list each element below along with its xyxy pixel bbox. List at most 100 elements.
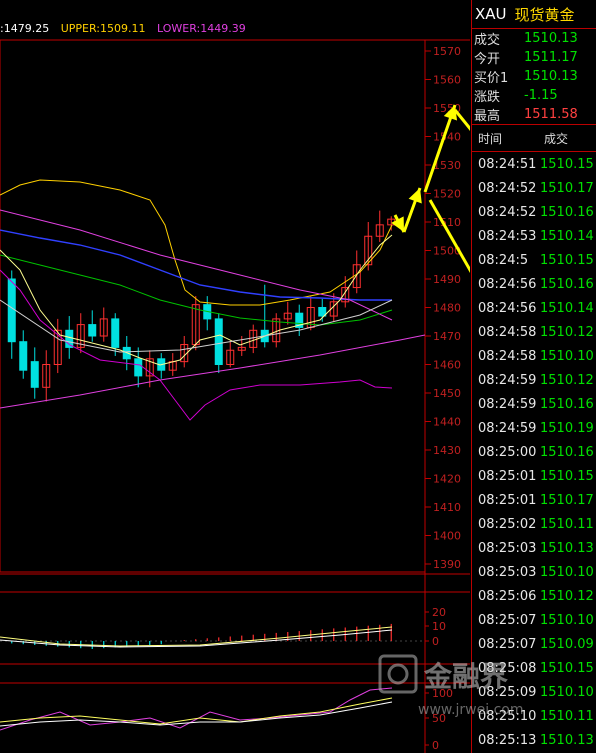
candle-body <box>19 341 28 371</box>
tick-price: 1510.10 <box>540 684 594 700</box>
tick-time: 08:24:58 <box>478 324 537 340</box>
price-axis-label: 1430 <box>433 444 461 457</box>
tick-price: 1510.13 <box>540 732 594 748</box>
quote-row: 今开 1511.17 <box>474 48 596 67</box>
tick-price: 1510.16 <box>540 204 594 220</box>
tick-price: 1510.12 <box>540 372 594 388</box>
price-axis-label: 1460 <box>433 359 461 372</box>
quote-panel: XAU 现货黄金 成交 1510.13 今开 1511.17 买价1 1510.13 涨跌 -… <box>471 0 596 753</box>
candle-body <box>7 278 16 343</box>
quote-row-value: 1510.13 <box>524 31 578 46</box>
price-axis-label: 1490 <box>433 273 461 286</box>
tick-price: 1510.10 <box>540 612 594 628</box>
boll-indicator-header: :1479.25 UPPER:1509.11 LOWER:1449.39 <box>0 22 254 35</box>
tick-row: 08:24:5 1510.15 <box>472 248 596 272</box>
price-axis-label: 1450 <box>433 387 461 400</box>
tick-row: 08:24:59 1510.19 <box>472 416 596 440</box>
tick-time: 08:24:5 <box>478 252 529 268</box>
candle-body <box>134 358 143 377</box>
quote-row-value: 1511.58 <box>524 107 578 122</box>
main-plot-frame <box>0 39 426 573</box>
tick-row: 08:24:59 1510.12 <box>472 368 596 392</box>
quote-row-value: 1511.17 <box>524 50 578 65</box>
tick-price: 1510.15 <box>540 660 594 676</box>
price-axis-label: 1420 <box>433 473 461 486</box>
tick-time: 08:25:01 <box>478 468 537 484</box>
instrument-title: XAU 现货黄金 <box>472 0 596 29</box>
tick-row: 08:24:56 1510.16 <box>472 272 596 296</box>
instrument-name: 现货黄金 <box>514 5 575 24</box>
ticks-header-price: 成交 <box>544 131 569 146</box>
tick-time: 08:24:59 <box>478 396 537 412</box>
tick-time: 08:24:52 <box>478 180 537 196</box>
boll-upper-line <box>0 179 393 306</box>
candle-body <box>111 318 120 348</box>
boll-upper-value: UPPER:1509.11 <box>60 22 146 35</box>
tick-row: 08:24:58 1510.12 <box>472 320 596 344</box>
tick-time: 08:24:53 <box>478 228 537 244</box>
tick-row: 08:25:13 1510.13 <box>472 728 596 752</box>
boll-mid-value: :1479.25 <box>0 22 50 35</box>
kdj-k-line <box>0 697 393 725</box>
tick-row: 08:25:03 1510.13 <box>472 536 596 560</box>
tick-row: 08:24:59 1510.16 <box>472 392 596 416</box>
tick-time: 08:25:03 <box>478 540 537 556</box>
tick-time: 08:25:01 <box>478 492 537 508</box>
tick-row: 08:24:58 1510.10 <box>472 344 596 368</box>
quote-summary: 成交 1510.13 今开 1511.17 买价1 1510.13 涨跌 -1.15 最高 151… <box>472 29 596 125</box>
tick-price: 1510.16 <box>540 276 594 292</box>
tick-row: 08:25:01 1510.17 <box>472 488 596 512</box>
tick-row: 08:24:53 1510.14 <box>472 224 596 248</box>
quote-row-label: 买价1 <box>474 71 509 86</box>
tick-row: 08:24:56 1510.14 <box>472 296 596 320</box>
tick-time: 08:24:59 <box>478 420 537 436</box>
candle-body <box>214 318 223 365</box>
watermark-url: www.jrwei.com <box>418 702 523 718</box>
tick-time: 08:25:07 <box>478 636 537 652</box>
tick-time: 08:24:59 <box>478 372 537 388</box>
macd-axis-label: 0 <box>432 635 439 648</box>
quote-row: 成交 1510.13 <box>474 29 596 48</box>
price-axis-label: 1400 <box>433 530 461 543</box>
tick-time: 08:25:03 <box>478 564 537 580</box>
kdj-axis-label: 0 <box>432 739 439 752</box>
tick-price: 1510.15 <box>540 252 594 268</box>
tick-price: 1510.16 <box>540 444 594 460</box>
tick-price: 1510.12 <box>540 324 594 340</box>
quote-row: 涨跌 -1.15 <box>474 86 596 105</box>
tick-price: 1510.19 <box>540 420 594 436</box>
price-axis-label: 1470 <box>433 330 461 343</box>
tick-price: 1510.12 <box>540 588 594 604</box>
tick-price: 1510.10 <box>540 564 594 580</box>
tick-row: 08:25:00 1510.16 <box>472 440 596 464</box>
price-axis-label: 1520 <box>433 188 461 201</box>
tick-time: 08:25:13 <box>478 732 537 748</box>
candle-body <box>88 324 97 337</box>
price-axis-label: 1570 <box>433 45 461 58</box>
tick-time: 08:24:52 <box>478 204 537 220</box>
candle-body <box>30 361 39 388</box>
price-axis-label: 1440 <box>433 416 461 429</box>
tick-time: 08:25:07 <box>478 612 537 628</box>
tick-price: 1510.14 <box>540 228 594 244</box>
ticks-header-time: 时间 <box>478 131 503 146</box>
tick-price: 1510.11 <box>540 516 594 532</box>
ticks-header: 时间 成交 <box>472 125 596 152</box>
tick-time: 08:24:58 <box>478 348 537 364</box>
kline-chart[interactable]: 1570 1560 1550 1540 1530 1520 1510 1500 1490 1480… <box>0 0 470 753</box>
quote-row-label: 最高 <box>474 109 501 124</box>
quote-row-value: -1.15 <box>524 88 558 103</box>
tick-price: 1510.09 <box>540 636 594 652</box>
tick-time: 08:25:06 <box>478 588 537 604</box>
quote-row-value: 1510.13 <box>524 69 578 84</box>
tick-row: 08:25:02 1510.11 <box>472 512 596 536</box>
macd-axis-label: 20 <box>432 606 446 619</box>
tick-price: 1510.17 <box>540 492 594 508</box>
boll-lower-value: LOWER:1449.39 <box>156 22 246 35</box>
instrument-code: XAU <box>475 5 507 23</box>
tick-price: 1510.15 <box>540 468 594 484</box>
tick-time: 08:25:00 <box>478 444 537 460</box>
tick-row: 08:24:51 1510.15 <box>472 152 596 176</box>
quote-row: 最高 1511.58 <box>474 105 596 124</box>
tick-price: 1510.16 <box>540 396 594 412</box>
